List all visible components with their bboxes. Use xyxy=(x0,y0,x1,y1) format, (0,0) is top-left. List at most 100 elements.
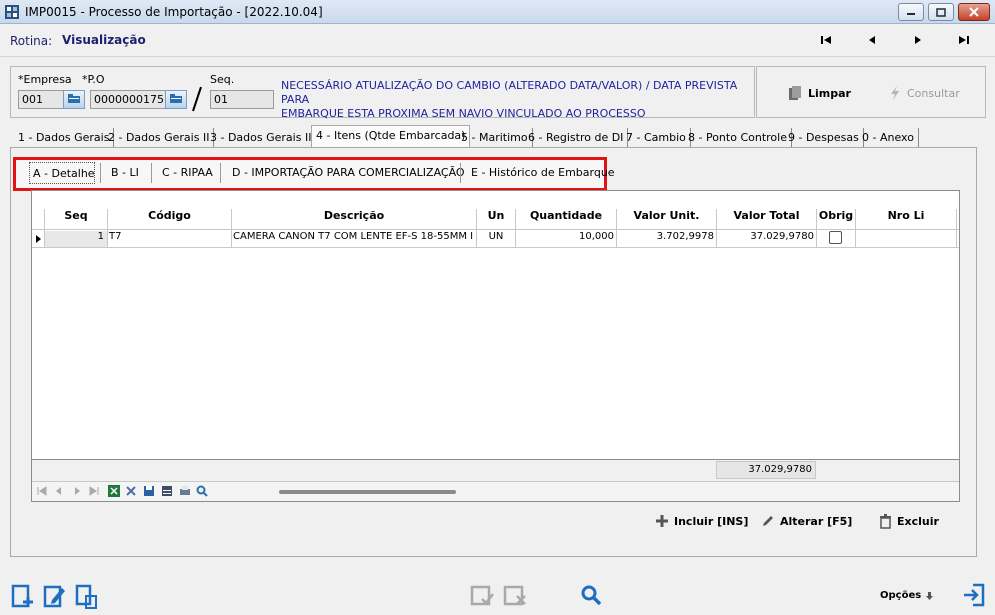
subtab-separator xyxy=(460,163,461,183)
horizontal-scrollbar[interactable] xyxy=(279,490,456,494)
tab-itens[interactable]: 4 - Itens (Qtde Embarcada) xyxy=(311,125,471,148)
layout-icon[interactable] xyxy=(161,485,173,497)
empresa-lookup-button[interactable] xyxy=(63,90,85,109)
tab-despesas[interactable]: 9 - Despesas xyxy=(784,128,864,147)
column-header-valor-total[interactable]: Valor Total xyxy=(717,209,816,229)
empresa-label: *Empresa xyxy=(18,73,72,86)
tab-dados-gerais[interactable]: 1 - Dados Gerais xyxy=(14,128,115,147)
cell-seq[interactable]: 1 xyxy=(45,231,107,247)
opcoes-label: Opções xyxy=(880,590,922,601)
excluir-label: Excluir xyxy=(897,515,939,528)
alterar-button[interactable]: Alterar [F5] xyxy=(761,514,852,528)
cell-quantidade[interactable]: 10,000 xyxy=(516,231,614,247)
cancel-icon[interactable] xyxy=(503,584,527,608)
tab-ponto-controle[interactable]: 8 - Ponto Controle xyxy=(684,128,792,147)
subtab-separator xyxy=(100,163,101,183)
folder-icon xyxy=(170,94,182,103)
excel-icon[interactable] xyxy=(108,485,120,497)
grid-previous-icon[interactable] xyxy=(53,485,65,497)
last-record-button[interactable] xyxy=(956,33,972,47)
minimize-button[interactable] xyxy=(898,3,924,21)
seq-input[interactable]: 01 xyxy=(210,90,274,109)
grid-group-area xyxy=(32,191,959,209)
tab-registro-di[interactable]: 6 - Registro de DI xyxy=(524,128,629,147)
tab-anexo[interactable]: 0 - Anexo xyxy=(858,128,919,147)
tab-cambio[interactable]: 7 - Cambio xyxy=(622,128,691,147)
save-confirm-icon[interactable] xyxy=(470,584,494,608)
delete-document-icon[interactable] xyxy=(74,583,98,609)
tab-maritimo[interactable]: 5 - Maritimo xyxy=(457,128,533,147)
column-header-obrig[interactable]: Obrig xyxy=(817,209,855,229)
tab-dados-gerais-ii[interactable]: 2 - Dados Gerais II xyxy=(104,128,215,147)
column-header-seq[interactable]: Seq xyxy=(45,209,107,229)
next-record-button[interactable] xyxy=(910,33,926,47)
limpar-label: Limpar xyxy=(808,86,851,100)
grid-col-divider xyxy=(956,209,957,247)
empresa-input[interactable]: 001 xyxy=(18,90,64,109)
cell-valor-unit[interactable]: 3.702,9978 xyxy=(617,231,714,247)
slash-separator xyxy=(192,86,202,112)
subtab-ripaa[interactable]: C - RIPAA xyxy=(162,166,213,179)
subtab-detalhe[interactable]: A - Detalhe xyxy=(29,162,95,184)
exit-icon[interactable] xyxy=(962,583,986,607)
column-header-nro-li[interactable]: Nro Li xyxy=(856,209,956,229)
cell-nro-li[interactable] xyxy=(857,231,955,247)
consultar-button[interactable]: Consultar xyxy=(889,85,960,101)
excluir-button[interactable]: Excluir xyxy=(879,514,939,529)
column-header-codigo[interactable]: Código xyxy=(108,209,231,229)
new-document-icon[interactable] xyxy=(10,583,36,609)
arrow-down-icon xyxy=(926,591,934,600)
consultar-label: Consultar xyxy=(907,86,960,100)
column-header-quantidade[interactable]: Quantidade xyxy=(516,209,616,229)
window-title: IMP0015 - Processo de Importação - [2022… xyxy=(25,5,323,19)
subtab-li[interactable]: B - LI xyxy=(111,166,139,179)
po-lookup-button[interactable] xyxy=(165,90,187,109)
column-header-descricao[interactable]: Descrição xyxy=(232,209,476,229)
grid-totals-row xyxy=(32,459,959,481)
grid-header-divider xyxy=(32,229,959,230)
tab-dados-gerais-iii[interactable]: 3 - Dados Gerais III xyxy=(206,128,320,147)
first-record-button[interactable] xyxy=(818,33,834,47)
edit-document-icon[interactable] xyxy=(42,583,66,609)
previous-icon xyxy=(869,36,875,44)
subtab-importacao-comercializacao[interactable]: D - IMPORTAÇÃO PARA COMERCIALIZAÇÃO xyxy=(232,166,465,179)
seq-label: Seq. xyxy=(210,73,235,86)
cell-valor-total[interactable]: 37.029,9780 xyxy=(717,231,814,247)
maximize-button[interactable] xyxy=(928,3,954,21)
po-label: *P.O xyxy=(82,73,105,86)
title-bar: IMP0015 - Processo de Importação - [2022… xyxy=(0,0,995,24)
grid-last-icon[interactable] xyxy=(88,485,100,497)
folder-icon xyxy=(68,94,80,103)
subtab-historico-embarque[interactable]: E - Histórico de Embarque xyxy=(471,166,615,179)
search-icon[interactable] xyxy=(196,485,208,497)
trash-icon xyxy=(880,514,891,529)
column-header-un[interactable]: Un xyxy=(477,209,515,229)
grid-next-icon[interactable] xyxy=(71,485,83,497)
warning-message-line1: NECESSÁRIO ATUALIZAÇÃO DO CAMBIO (ALTERA… xyxy=(281,79,738,106)
rotina-label: Rotina: xyxy=(10,34,53,48)
search-icon[interactable] xyxy=(580,584,602,606)
cell-un[interactable]: UN xyxy=(477,231,515,247)
print-icon[interactable] xyxy=(179,485,191,497)
incluir-button[interactable]: Incluir [INS] xyxy=(655,514,748,528)
previous-record-button[interactable] xyxy=(864,33,880,47)
row-indicator-icon xyxy=(36,235,41,243)
cell-obrig-checkbox[interactable] xyxy=(829,231,842,244)
cell-codigo[interactable]: T7 xyxy=(109,231,229,247)
grid-first-icon[interactable] xyxy=(36,485,48,497)
tools-icon[interactable] xyxy=(125,485,137,497)
cell-descricao[interactable]: CAMERA CANON T7 COM LENTE EF-S 18-55MM I xyxy=(233,231,475,247)
incluir-label: Incluir [INS] xyxy=(674,514,749,528)
clear-icon xyxy=(789,86,801,100)
limpar-button[interactable]: Limpar xyxy=(788,85,851,101)
po-input[interactable]: 0000000175 xyxy=(90,90,166,109)
app-icon xyxy=(5,5,19,19)
warning-message-line2: EMBARQUE ESTA PROXIMA SEM NAVIO VINCULAD… xyxy=(281,107,646,120)
opcoes-button[interactable]: Opções xyxy=(880,590,934,601)
close-button[interactable] xyxy=(958,3,990,21)
lightning-icon xyxy=(891,86,899,100)
column-header-valor-unit[interactable]: Valor Unit. xyxy=(617,209,716,229)
alterar-label: Alterar [F5] xyxy=(780,514,853,528)
save-icon[interactable] xyxy=(143,485,155,497)
maximize-icon xyxy=(936,7,946,17)
